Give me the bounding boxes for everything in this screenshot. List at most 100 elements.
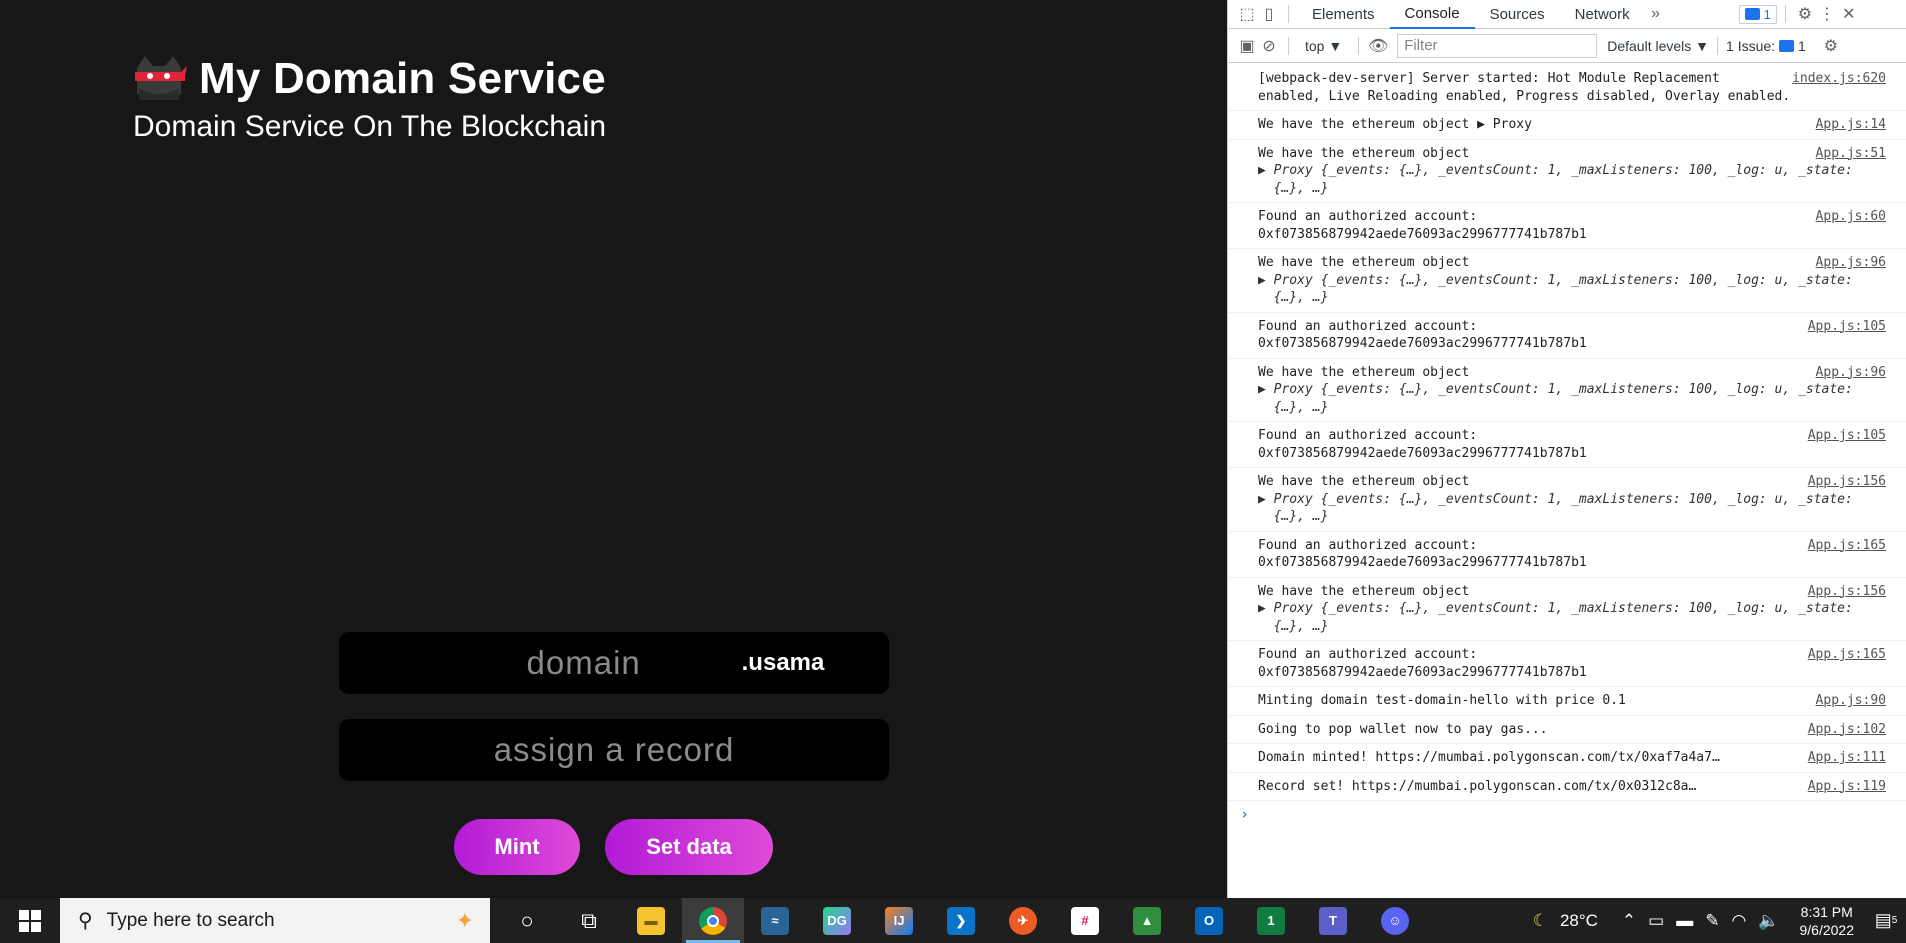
console-prompt[interactable]: › <box>1228 801 1906 827</box>
console-message-line: 0xf073856879942aede76093ac2996777741b787… <box>1258 226 1587 242</box>
context-select[interactable]: top ▼ <box>1305 38 1342 54</box>
notification-icon: ▤ <box>1874 910 1892 930</box>
messages-badge[interactable]: 1 <box>1738 4 1777 24</box>
console-message-line: 0xf073856879942aede76093ac2996777741b787… <box>1258 336 1587 351</box>
console-source-link[interactable]: App.js:165 <box>1808 646 1886 664</box>
cortana-icon[interactable]: ○ <box>496 898 558 943</box>
console-source-link[interactable]: App.js:165 <box>1808 537 1886 555</box>
discord-icon[interactable]: ☺ <box>1364 898 1426 943</box>
sidebar-toggle-icon[interactable]: ▣ <box>1236 35 1258 57</box>
chrome-icon[interactable] <box>682 898 744 943</box>
tab-elements[interactable]: Elements <box>1297 0 1390 29</box>
issues-button[interactable]: 1 Issue: 1 <box>1726 38 1806 54</box>
weather-temp[interactable]: 28°C <box>1560 911 1598 931</box>
meet-now-icon[interactable]: ▭ <box>1648 911 1664 931</box>
eye-icon[interactable]: 👁 <box>1367 35 1389 57</box>
windows-logo-icon <box>19 909 41 932</box>
device-toggle-icon[interactable]: ▯ <box>1258 3 1280 25</box>
console-message-line: Found an authorized account: <box>1258 647 1478 662</box>
divider <box>1288 5 1289 23</box>
console-source-link[interactable]: App.js:96 <box>1816 364 1886 382</box>
sheets-icon[interactable]: 1 <box>1240 898 1302 943</box>
console-source-link[interactable]: App.js:60 <box>1816 208 1886 226</box>
devtools-tabbar: ⬚ ▯ Elements Console Sources Network » 1… <box>1228 0 1906 29</box>
console-message-line: Going to pop wallet now to pay gas... <box>1258 721 1548 737</box>
pinned-apps: ○ ⧉ ▬ ≈ DG IJ ❯ ✈ # ▲ O 1 T ☺ <box>496 898 1426 943</box>
clock[interactable]: 8:31 PM 9/6/2022 <box>1800 903 1855 939</box>
battery-icon[interactable]: ▬ <box>1676 911 1693 931</box>
console-source-link[interactable]: App.js:14 <box>1816 116 1886 134</box>
console-source-link[interactable]: index.js:620 <box>1792 70 1886 88</box>
tab-console[interactable]: Console <box>1389 0 1475 29</box>
clear-console-icon[interactable]: ⊘ <box>1258 35 1280 57</box>
notification-center[interactable]: ▤ 5 <box>1866 910 1906 931</box>
postman-icon[interactable]: ✈ <box>992 898 1054 943</box>
console-source-link[interactable]: App.js:156 <box>1808 473 1886 491</box>
wifi-icon[interactable]: ◠ <box>1731 911 1746 931</box>
console-message-line: {…}, …} <box>1258 180 1329 196</box>
teams-icon[interactable]: T <box>1302 898 1364 943</box>
outlook-icon[interactable]: O <box>1178 898 1240 943</box>
divider <box>1288 36 1289 55</box>
intellij-icon[interactable]: IJ <box>868 898 930 943</box>
search-placeholder: Type here to search <box>106 909 275 931</box>
taskbar-search[interactable]: ⚲ Type here to search ✦ <box>60 898 490 943</box>
console-message: [webpack-dev-server] Server started: Hot… <box>1228 65 1906 111</box>
levels-select[interactable]: Default levels ▼ <box>1607 38 1709 54</box>
console-message: We have the ethereum object ▶ Proxy {_eve… <box>1228 578 1906 641</box>
console-source-link[interactable]: App.js:51 <box>1816 145 1886 163</box>
console-message-line: 0xf073856879942aede76093ac2996777741b787… <box>1258 555 1587 570</box>
photos-icon[interactable]: ▲ <box>1116 898 1178 943</box>
settings-icon[interactable]: ⚙ <box>1794 3 1816 25</box>
domain-input[interactable] <box>433 644 734 682</box>
console-source-link[interactable]: App.js:105 <box>1808 427 1886 445</box>
volume-icon[interactable]: 🔈 <box>1758 911 1779 931</box>
clock-time: 8:31 PM <box>1800 903 1853 920</box>
divider <box>1784 5 1786 23</box>
filter-input[interactable]: Filter <box>1397 33 1598 58</box>
console-settings-icon[interactable]: ⚙ <box>1820 35 1842 57</box>
messages-count: 1 <box>1763 6 1771 22</box>
console-source-link[interactable]: App.js:102 <box>1808 721 1886 739</box>
weather-icon[interactable]: ☾ <box>1533 911 1548 931</box>
more-tabs-icon[interactable]: » <box>1645 3 1667 25</box>
console-message-line: We have the ethereum object <box>1258 145 1470 161</box>
console-message: Found an authorized account: 0xf073856879… <box>1228 532 1906 578</box>
file-explorer-icon[interactable]: ▬ <box>620 898 682 943</box>
console-source-link[interactable]: App.js:119 <box>1808 778 1886 796</box>
console-message-line: ▶ Proxy {_events: {…}, _eventsCount: 1, … <box>1258 491 1853 507</box>
kebab-menu-icon[interactable]: ⋮ <box>1816 3 1838 25</box>
console-message-line: ▶ Proxy {_events: {…}, _eventsCount: 1, … <box>1258 163 1853 178</box>
mysql-workbench-icon[interactable]: ≈ <box>744 898 806 943</box>
console-source-link[interactable]: App.js:111 <box>1808 749 1886 767</box>
search-highlight-icon: ✦ <box>455 907 474 933</box>
mint-button[interactable]: Mint <box>454 819 580 875</box>
record-input[interactable] <box>339 731 889 769</box>
console-source-link[interactable]: App.js:90 <box>1816 692 1886 710</box>
tab-network[interactable]: Network <box>1560 0 1645 29</box>
pen-icon[interactable]: ✎ <box>1705 911 1719 931</box>
start-button[interactable] <box>0 898 60 943</box>
console-source-link[interactable]: App.js:96 <box>1816 254 1886 272</box>
chevron-up-icon[interactable]: ⌃ <box>1622 911 1636 931</box>
console-message-line: Found an authorized account: <box>1258 209 1478 224</box>
datagrip-icon[interactable]: DG <box>806 898 868 943</box>
vscode-icon[interactable]: ❯ <box>930 898 992 943</box>
console-message: We have the ethereum object ▶ Proxy {_eve… <box>1228 140 1906 203</box>
console-message-line: enabled, Live Reloading enabled, Progres… <box>1258 88 1791 104</box>
console-source-link[interactable]: App.js:156 <box>1808 583 1886 601</box>
tab-sources[interactable]: Sources <box>1475 0 1560 29</box>
console-message-line: We have the ethereum object <box>1258 583 1470 599</box>
message-icon <box>1744 8 1760 20</box>
console-message-line: Domain minted! https://mumbai.polygonsca… <box>1258 750 1720 765</box>
console-message: We have the ethereum object ▶ Proxy {_eve… <box>1228 359 1906 422</box>
console-message: Record set! https://mumbai.polygonscan.c… <box>1228 773 1906 801</box>
slack-icon[interactable]: # <box>1054 898 1116 943</box>
close-icon[interactable]: ✕ <box>1838 3 1860 25</box>
console-message: Found an authorized account: 0xf073856879… <box>1228 641 1906 687</box>
inspect-icon[interactable]: ⬚ <box>1236 3 1258 25</box>
task-view-icon[interactable]: ⧉ <box>558 898 620 943</box>
set-data-button[interactable]: Set data <box>605 819 773 875</box>
console-message-line: Found an authorized account: <box>1258 537 1478 553</box>
console-source-link[interactable]: App.js:105 <box>1808 318 1886 336</box>
